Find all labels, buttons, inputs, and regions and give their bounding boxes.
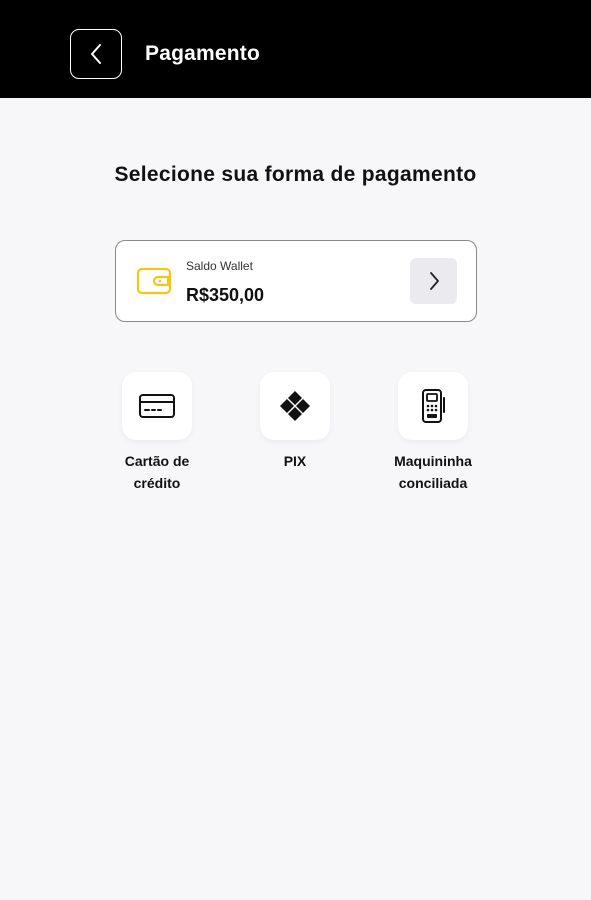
method-tile[interactable] (260, 372, 330, 440)
chevron-left-icon (91, 44, 101, 64)
method-label-line2: conciliada (398, 475, 468, 491)
method-label: PIX (284, 450, 307, 472)
method-label: Maquininha conciliada (394, 450, 472, 494)
method-label-line2: crédito (133, 475, 181, 491)
payment-method-pix[interactable]: PIX (225, 372, 365, 472)
credit-card-icon (139, 394, 175, 418)
method-label: Cartão de crédito (125, 450, 190, 494)
wallet-balance-card[interactable]: Saldo Wallet R$350,00 (115, 240, 477, 322)
method-tile[interactable] (398, 372, 468, 440)
method-label-line1: Maquininha (394, 453, 472, 469)
payment-method-card-terminal[interactable]: Maquininha conciliada (363, 372, 503, 494)
app-header: Pagamento (0, 0, 591, 98)
method-label-line1: Cartão de (124, 453, 190, 469)
card-terminal-icon (422, 389, 445, 423)
chevron-right-icon (429, 272, 439, 290)
method-tile[interactable] (122, 372, 192, 440)
section-title: Selecione sua forma de pagamento (114, 163, 477, 186)
wallet-balance-value: R$350,00 (186, 285, 265, 305)
pix-icon (280, 391, 310, 421)
payment-method-credit-card[interactable]: Cartão de crédito (87, 372, 227, 494)
page-title: Pagamento (145, 42, 260, 65)
wallet-label: Saldo Wallet (186, 259, 253, 273)
wallet-icon (136, 267, 172, 295)
back-button[interactable] (70, 29, 122, 79)
method-label-line1: PIX (283, 453, 307, 469)
wallet-open-button[interactable] (410, 258, 457, 304)
